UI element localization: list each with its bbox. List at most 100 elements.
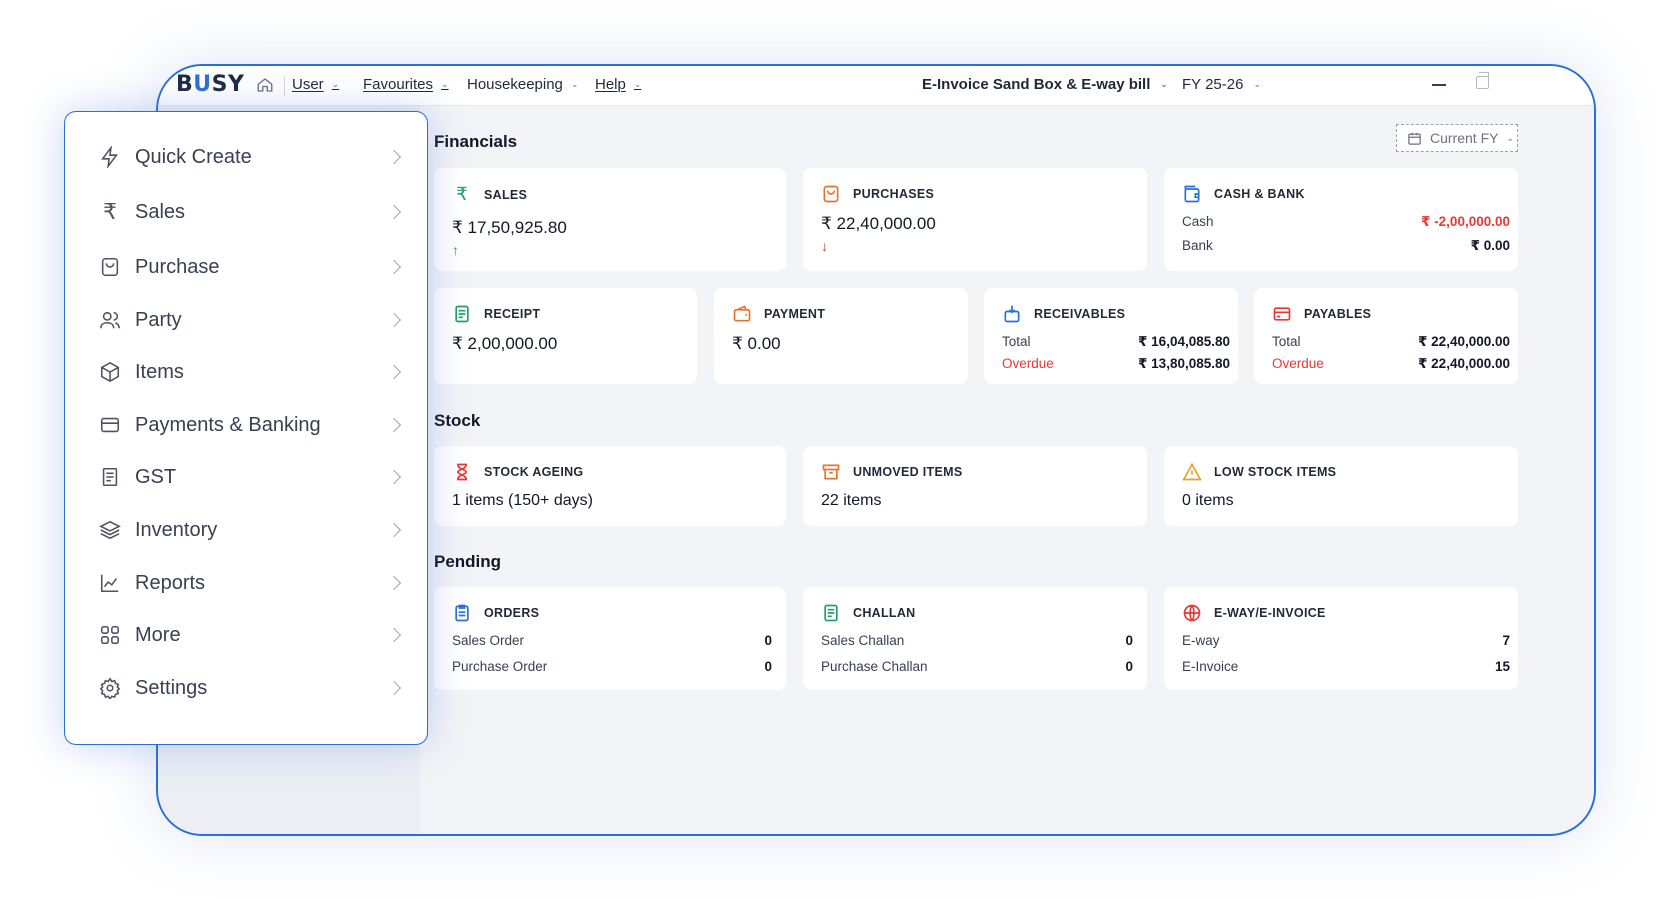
credit-card-icon	[1273, 307, 1291, 321]
bank-row: Bank ₹ 0.00	[1182, 238, 1510, 253]
chevron-right-icon	[386, 469, 402, 485]
chevron-right-icon	[386, 417, 402, 433]
busy-logo[interactable]: BUSY	[176, 72, 244, 97]
lightning-icon	[101, 146, 118, 168]
calendar-icon	[1408, 132, 1421, 145]
receipt-card[interactable]: RECEIPT ₹ 2,00,000.00	[434, 288, 697, 384]
cash-row: Cash ₹ -2,00,000.00	[1182, 214, 1510, 229]
chevron-down-icon: ⌄	[331, 79, 340, 89]
chevron-down-icon: ⌄	[1253, 79, 1261, 89]
users-icon	[100, 311, 120, 329]
sidebar-item-purchase[interactable]: Purchase	[99, 251, 402, 283]
arrow-down-icon: ↓	[821, 238, 828, 254]
sidebar-item-reports[interactable]: Reports	[99, 567, 402, 599]
eway-einvoice-card[interactable]: E-WAY/E-INVOICE E-way 7 E-Invoice 15	[1164, 587, 1518, 690]
stock-ageing-card[interactable]: STOCK AGEING 1 items (150+ days)	[434, 446, 786, 526]
section-financials: Financials	[434, 132, 518, 151]
section-stock: Stock	[434, 411, 481, 430]
document-icon	[824, 604, 838, 622]
sidebar-item-party[interactable]: Party	[99, 304, 402, 336]
low-stock-value: 0 items	[1182, 492, 1234, 509]
receivables-overdue-row: Overdue ₹ 13,80,085.80	[1002, 356, 1230, 371]
sidebar-item-payments-banking[interactable]: Payments & Banking	[99, 409, 402, 441]
money-in-icon	[1004, 305, 1020, 323]
chevron-down-icon: ⌄	[441, 79, 449, 89]
cash-bank-card[interactable]: CASH & BANK Cash ₹ -2,00,000.00 Bank ₹ 0.0…	[1164, 168, 1518, 271]
stage: BUSY User ⌄ Favourites ⌄ Housekeeping ⌄ Hel…	[0, 0, 1663, 899]
sidebar-item-items[interactable]: Items	[99, 356, 402, 388]
menu-help[interactable]: Help ⌄	[595, 76, 641, 93]
chevron-right-icon	[386, 259, 402, 275]
sidebar-item-quick-create[interactable]: Quick Create	[99, 141, 402, 173]
line-chart-icon	[100, 574, 119, 593]
chevron-right-icon	[386, 364, 402, 380]
receivables-card[interactable]: RECEIVABLES Total ₹ 16,04,085.80 Overdue ₹…	[984, 288, 1238, 384]
sidebar-item-gst[interactable]: GST	[99, 461, 402, 493]
payables-overdue-row: Overdue ₹ 22,40,000.00	[1272, 356, 1510, 371]
menu-user[interactable]: User ⌄	[292, 76, 339, 93]
einvoice-row: E-Invoice 15	[1182, 659, 1510, 674]
sidebar-item-sales[interactable]: ₹ Sales	[99, 196, 402, 228]
unmoved-items-card[interactable]: UNMOVED ITEMS 22 items	[803, 446, 1147, 526]
rupee-icon: ₹	[103, 199, 117, 224]
sidebar-item-more[interactable]: More	[99, 619, 402, 651]
hourglass-icon	[456, 463, 468, 481]
gear-icon	[99, 677, 121, 699]
sidebar-menu: Quick Create ₹ Sales Purchase Party Item…	[64, 111, 428, 745]
payment-value: ₹ 0.00	[732, 334, 781, 353]
wallet-icon	[1184, 185, 1200, 203]
archive-icon	[822, 464, 840, 480]
chevron-right-icon	[386, 575, 402, 591]
grid-icon	[100, 625, 120, 645]
receipt-value: ₹ 2,00,000.00	[452, 334, 558, 353]
sales-order-row: Sales Order 0	[452, 633, 772, 648]
receipt-icon	[102, 467, 118, 487]
period-filter[interactable]: Current FY ⌄	[1396, 124, 1518, 152]
chevron-right-icon	[386, 522, 402, 538]
unmoved-items-value: 22 items	[821, 492, 882, 509]
chevron-right-icon	[386, 149, 402, 165]
shopping-bag-icon	[101, 257, 119, 277]
purchase-order-row: Purchase Order 0	[452, 659, 772, 674]
restore-icon[interactable]	[1476, 72, 1489, 89]
box-icon	[100, 361, 120, 383]
stock-ageing-value: 1 items (150+ days)	[452, 492, 593, 509]
chevron-down-icon: ⌄	[570, 79, 579, 89]
chevron-down-icon: ⌄	[1506, 132, 1515, 143]
chevron-down-icon: ⌄	[633, 79, 642, 89]
payment-card[interactable]: PAYMENT ₹ 0.00	[714, 288, 968, 384]
orders-card[interactable]: ORDERS Sales Order 0 Purchase Order 0	[434, 587, 786, 690]
sidebar-item-settings[interactable]: Settings	[99, 672, 402, 704]
purchases-value: ₹ 22,40,000.00	[821, 214, 936, 233]
low-stock-card[interactable]: LOW STOCK ITEMS 0 items	[1164, 446, 1518, 526]
payables-card[interactable]: PAYABLES Total ₹ 22,40,000.00 Overdue ₹ 22…	[1254, 288, 1518, 384]
top-bar: BUSY User ⌄ Favourites ⌄ Housekeeping ⌄ Hel…	[158, 66, 1594, 106]
sidebar-item-inventory[interactable]: Inventory	[99, 514, 402, 546]
shopping-bag-icon	[823, 185, 839, 203]
company-selector[interactable]: E-Invoice Sand Box & E-way bill ⌄	[922, 76, 1168, 93]
home-icon[interactable]	[256, 76, 274, 94]
purchase-challan-row: Purchase Challan 0	[821, 659, 1133, 674]
sales-card[interactable]: ₹ SALES ₹ 17,50,925.80 ↑	[434, 168, 786, 271]
menu-housekeeping[interactable]: Housekeeping ⌄	[467, 76, 578, 93]
rupee-icon: ₹	[456, 184, 468, 204]
divider	[284, 76, 285, 96]
chevron-right-icon	[386, 680, 402, 696]
eway-row: E-way 7	[1182, 633, 1510, 648]
credit-card-icon	[100, 417, 120, 433]
section-pending: Pending	[434, 552, 502, 571]
receivables-total-row: Total ₹ 16,04,085.80	[1002, 334, 1230, 349]
purchases-card[interactable]: PURCHASES ₹ 22,40,000.00 ↓	[803, 168, 1147, 271]
sales-value: ₹ 17,50,925.80	[452, 218, 567, 237]
sales-challan-row: Sales Challan 0	[821, 633, 1133, 648]
menu-favourites[interactable]: Favourites ⌄	[363, 76, 449, 93]
wallet-icon	[733, 305, 751, 322]
minimize-icon[interactable]	[1432, 84, 1446, 86]
chevron-right-icon	[386, 312, 402, 328]
chevron-right-icon	[386, 627, 402, 643]
fy-selector[interactable]: FY 25-26 ⌄	[1182, 76, 1261, 93]
challan-card[interactable]: CHALLAN Sales Challan 0 Purchase Challan 0	[803, 587, 1147, 690]
receipt-icon	[455, 305, 469, 323]
chevron-down-icon: ⌄	[1160, 79, 1168, 89]
globe-icon	[1183, 604, 1201, 622]
